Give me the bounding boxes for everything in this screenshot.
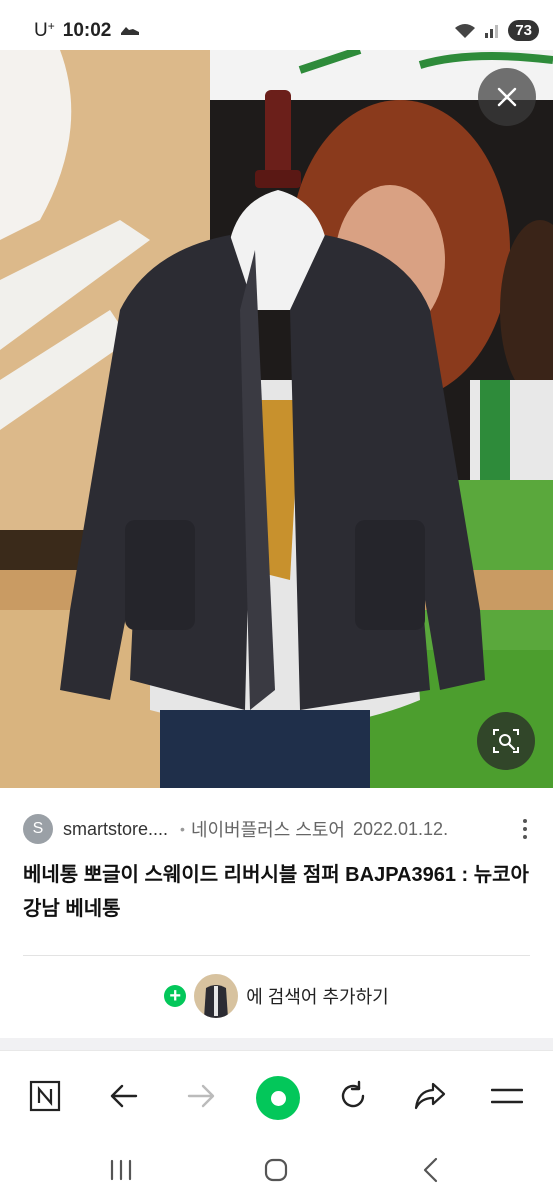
- result-title[interactable]: 베네통 뽀글이 스웨이드 리버시블 점퍼 BAJPA3961 : 뉴코아 강남 …: [23, 858, 533, 926]
- naver-n-icon: [29, 1080, 61, 1112]
- source-row[interactable]: S smartstore.... • 네이버플러스 스토어 2022.01.12…: [23, 814, 535, 844]
- image-search-icon: [493, 729, 519, 753]
- clock: 10:02: [62, 19, 112, 41]
- result-info-panel: S smartstore.... • 네이버플러스 스토어 2022.01.12…: [0, 788, 553, 1038]
- post-date: 2022.01.12.: [352, 818, 449, 839]
- more-options-button[interactable]: [515, 814, 535, 844]
- image-search-button[interactable]: [477, 712, 535, 770]
- section-gap: [0, 1038, 553, 1050]
- sneaker-notification-icon: [121, 26, 140, 35]
- share-button[interactable]: [405, 1071, 455, 1121]
- status-bar: U+ 10:02 73: [0, 0, 553, 50]
- source-domain[interactable]: smartstore....: [63, 819, 168, 840]
- refresh-button[interactable]: [328, 1071, 378, 1121]
- system-back-button[interactable]: [406, 1150, 456, 1190]
- more-dot-icon: [523, 835, 527, 839]
- status-left: U+ 10:02: [34, 19, 141, 42]
- plus-icon: +: [164, 985, 187, 1007]
- home-icon: [270, 1090, 286, 1106]
- system-home-button[interactable]: [251, 1150, 301, 1190]
- wifi-icon: [455, 23, 476, 38]
- back-arrow-icon: [110, 1084, 138, 1108]
- naver-home-button[interactable]: [20, 1071, 70, 1121]
- add-search-text: 에 검색어 추가하기: [246, 987, 389, 1007]
- divider: [23, 955, 530, 956]
- menu-icon: [491, 1088, 523, 1104]
- refresh-icon: [341, 1080, 365, 1108]
- forward-button[interactable]: [176, 1071, 226, 1121]
- forward-arrow-icon: [187, 1084, 215, 1108]
- separator-dot: •: [180, 821, 185, 837]
- image-thumbnail: [194, 974, 239, 1018]
- close-icon: [497, 87, 517, 107]
- menu-button[interactable]: [482, 1071, 532, 1121]
- more-dot-icon: [523, 827, 527, 831]
- back-button[interactable]: [99, 1071, 149, 1121]
- home-button[interactable]: [256, 1076, 300, 1120]
- source-avatar: S: [23, 814, 53, 844]
- jacket-thumbnail-image: [194, 974, 239, 1018]
- more-dot-icon: [523, 819, 527, 823]
- status-right: 73: [454, 20, 539, 41]
- signal-icon: [485, 24, 499, 38]
- browser-toolbar: [0, 1050, 553, 1140]
- battery-indicator: 73: [508, 20, 539, 41]
- recent-apps-button[interactable]: [96, 1150, 146, 1190]
- system-back-icon: [423, 1157, 438, 1183]
- add-search-term-button[interactable]: + 에 검색어 추가하기: [0, 973, 553, 1019]
- system-navigation-bar: [0, 1140, 553, 1200]
- source-site: 네이버플러스 스토어: [190, 820, 345, 840]
- product-photo: [0, 50, 553, 788]
- share-icon: [414, 1082, 446, 1110]
- recent-apps-icon: [110, 1159, 132, 1181]
- system-home-icon: [264, 1158, 288, 1182]
- carrier-label: U+: [34, 19, 55, 41]
- close-button[interactable]: [478, 68, 536, 126]
- product-image[interactable]: [0, 50, 553, 788]
